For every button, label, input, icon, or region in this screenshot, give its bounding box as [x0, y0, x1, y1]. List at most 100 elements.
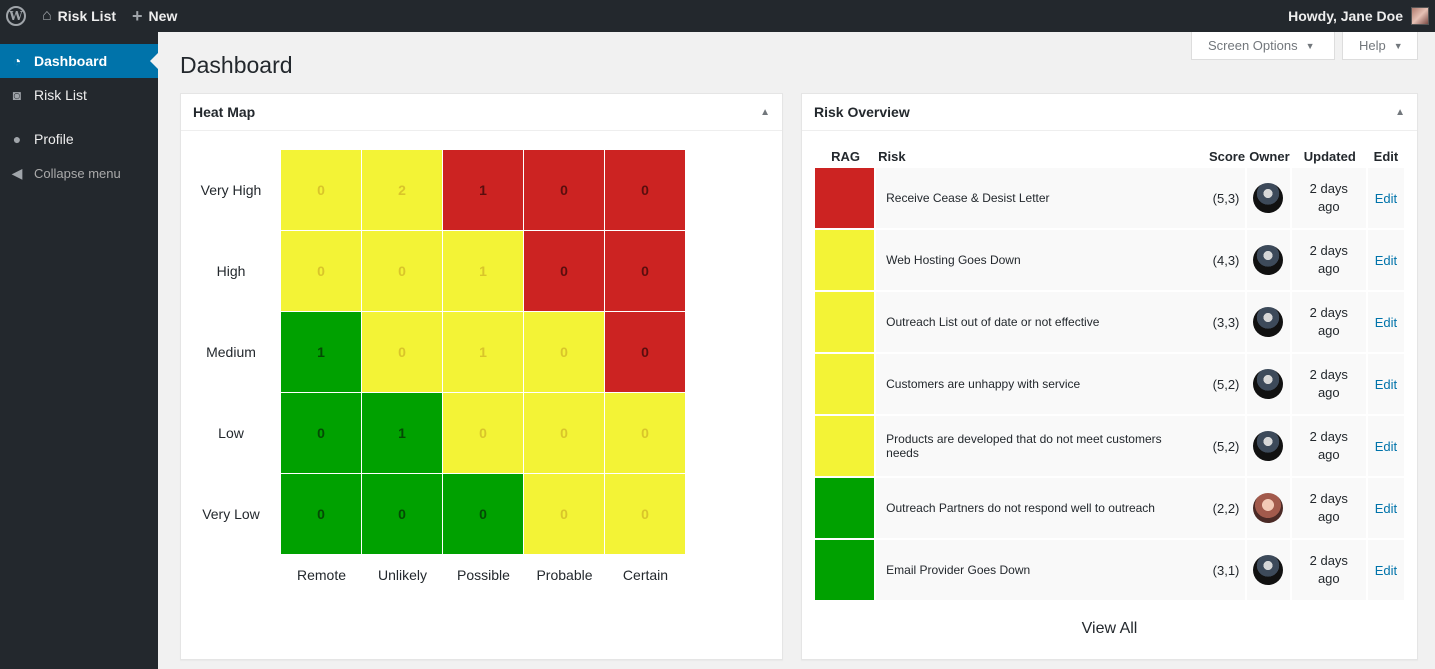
updated-text: 2 days — [1309, 181, 1348, 196]
table-row: Email Provider Goes Down (3,1) 2 days ago Ed… — [815, 540, 1404, 602]
new-content-link[interactable]: + New — [124, 0, 185, 32]
heat-map-column-labels: Remote Unlikely Possible Probable Certain — [281, 567, 686, 583]
heat-map-cell[interactable]: 0 — [443, 474, 524, 555]
risk-overview-title: Risk Overview — [814, 104, 910, 120]
edit-link[interactable]: Edit — [1367, 416, 1404, 478]
heat-map-cell[interactable]: 0 — [281, 150, 362, 231]
updated-text: ago — [1317, 199, 1340, 214]
updated-text: ago — [1317, 571, 1340, 586]
edit-link[interactable]: Edit — [1367, 230, 1404, 292]
owner-avatar — [1253, 431, 1284, 461]
wordpress-icon: W — [6, 6, 26, 26]
heat-map-cell[interactable]: 0 — [605, 231, 686, 312]
my-account-link[interactable]: Howdy, Jane Doe — [1280, 0, 1435, 32]
rag-status-cell — [815, 478, 877, 540]
edit-link[interactable]: Edit — [1367, 354, 1404, 416]
rag-status-cell — [815, 230, 877, 292]
sidebar-item-profile[interactable]: ● Profile — [0, 122, 158, 156]
updated-text: 2 days — [1309, 429, 1348, 444]
heat-map-cell[interactable]: 0 — [524, 312, 605, 393]
heat-map-cell[interactable]: 0 — [362, 312, 443, 393]
updated-cell: 2 days ago — [1291, 230, 1368, 292]
heat-map-cell[interactable]: 0 — [524, 474, 605, 555]
heat-map-cell[interactable]: 1 — [362, 393, 443, 474]
rag-status-cell — [815, 540, 877, 602]
howdy-text: Howdy, Jane Doe — [1288, 8, 1403, 24]
risk-score: (4,3) — [1206, 230, 1248, 292]
heat-map-row: Low 0 1 0 0 0 — [181, 393, 686, 474]
heat-map-column-label: Remote — [296, 567, 347, 583]
wordpress-logo-button[interactable]: W — [0, 0, 34, 32]
collapse-icon: ◀ — [11, 164, 23, 181]
site-name-link[interactable]: ⌂ Risk List — [34, 0, 124, 32]
sidebar-item-dashboard[interactable]: ◔ Dashboard — [0, 44, 158, 78]
help-button[interactable]: Help ▼ — [1342, 32, 1418, 60]
heat-map-cell[interactable]: 0 — [281, 474, 362, 555]
edit-link[interactable]: Edit — [1367, 478, 1404, 540]
heat-map-cell[interactable]: 0 — [524, 150, 605, 231]
heat-map-row: High 0 0 1 0 0 — [181, 231, 686, 312]
owner-avatar — [1253, 183, 1284, 213]
updated-text: ago — [1317, 447, 1340, 462]
heat-map-cell[interactable]: 1 — [443, 150, 524, 231]
updated-cell: 2 days ago — [1291, 292, 1368, 354]
edit-link[interactable]: Edit — [1367, 540, 1404, 602]
table-row: Products are developed that do not meet … — [815, 416, 1404, 478]
heat-map-cell[interactable]: 0 — [605, 474, 686, 555]
heat-map-header[interactable]: Heat Map ▲ — [181, 94, 782, 131]
table-row: Web Hosting Goes Down (4,3) 2 days ago Edit — [815, 230, 1404, 292]
table-row: Outreach Partners do not respond well to… — [815, 478, 1404, 540]
heat-map-row: Medium 1 0 1 0 0 — [181, 312, 686, 393]
collapse-arrow-icon[interactable]: ▲ — [760, 107, 770, 118]
column-header-owner: Owner — [1249, 148, 1290, 164]
risk-score: (5,2) — [1206, 354, 1248, 416]
heat-map-cell[interactable]: 0 — [605, 393, 686, 474]
screen-options-button[interactable]: Screen Options ▼ — [1191, 32, 1335, 60]
risk-name: Customers are unhappy with service — [876, 354, 1207, 416]
sidebar-item-label: Dashboard — [34, 53, 108, 69]
sidebar-item-risk-list[interactable]: ◙ Risk List — [0, 78, 158, 112]
heat-map-cell[interactable]: 1 — [443, 312, 524, 393]
heat-map-cell[interactable]: 0 — [362, 231, 443, 312]
heat-map-column-label: Possible — [457, 567, 510, 583]
profile-icon: ● — [12, 131, 22, 147]
heat-map-row: Very Low 0 0 0 0 0 — [181, 474, 686, 555]
heat-map-cell[interactable]: 1 — [443, 231, 524, 312]
collapse-menu-button[interactable]: ◀ Collapse menu — [0, 156, 158, 190]
column-header-rag: RAG — [831, 148, 861, 164]
home-icon: ⌂ — [42, 7, 52, 24]
collapse-arrow-icon[interactable]: ▲ — [1395, 107, 1405, 118]
admin-sidebar: ◔ Dashboard ◙ Risk List ● Profile ◀ Coll… — [0, 32, 158, 669]
edit-link[interactable]: Edit — [1367, 168, 1404, 230]
help-label: Help — [1359, 38, 1386, 53]
rag-status-cell — [815, 354, 877, 416]
table-row: Customers are unhappy with service (5,2) 2… — [815, 354, 1404, 416]
heat-map-title: Heat Map — [193, 104, 256, 120]
updated-text: 2 days — [1309, 553, 1348, 568]
updated-text: 2 days — [1309, 367, 1348, 382]
admin-bar: W ⌂ Risk List + New Howdy, Jane Doe — [0, 0, 1435, 32]
risk-overview-header[interactable]: Risk Overview ▲ — [802, 94, 1417, 131]
view-all-link[interactable]: View All — [802, 620, 1417, 638]
heat-map-cell[interactable]: 0 — [443, 393, 524, 474]
owner-cell — [1247, 478, 1292, 540]
heat-map-cell[interactable]: 0 — [605, 312, 686, 393]
heat-map-cell[interactable]: 0 — [605, 150, 686, 231]
heat-map-cell[interactable]: 0 — [362, 474, 443, 555]
caret-down-icon: ▼ — [1305, 40, 1315, 51]
heat-map-cell[interactable]: 2 — [362, 150, 443, 231]
heat-map-cell[interactable]: 0 — [281, 393, 362, 474]
heat-map-cell[interactable]: 0 — [524, 393, 605, 474]
heat-map-cell[interactable]: 1 — [281, 312, 362, 393]
heat-map-cell[interactable]: 0 — [281, 231, 362, 312]
edit-link[interactable]: Edit — [1367, 292, 1404, 354]
risk-score: (5,3) — [1206, 168, 1248, 230]
heat-map-row-label: High — [216, 262, 246, 279]
updated-cell: 2 days ago — [1291, 540, 1368, 602]
risk-list-icon: ◙ — [12, 87, 22, 103]
heat-map-cell[interactable]: 0 — [524, 231, 605, 312]
plus-icon: + — [132, 5, 143, 26]
risk-score: (2,2) — [1206, 478, 1248, 540]
rag-status-cell — [815, 292, 877, 354]
table-row: Outreach List out of date or not effecti… — [815, 292, 1404, 354]
